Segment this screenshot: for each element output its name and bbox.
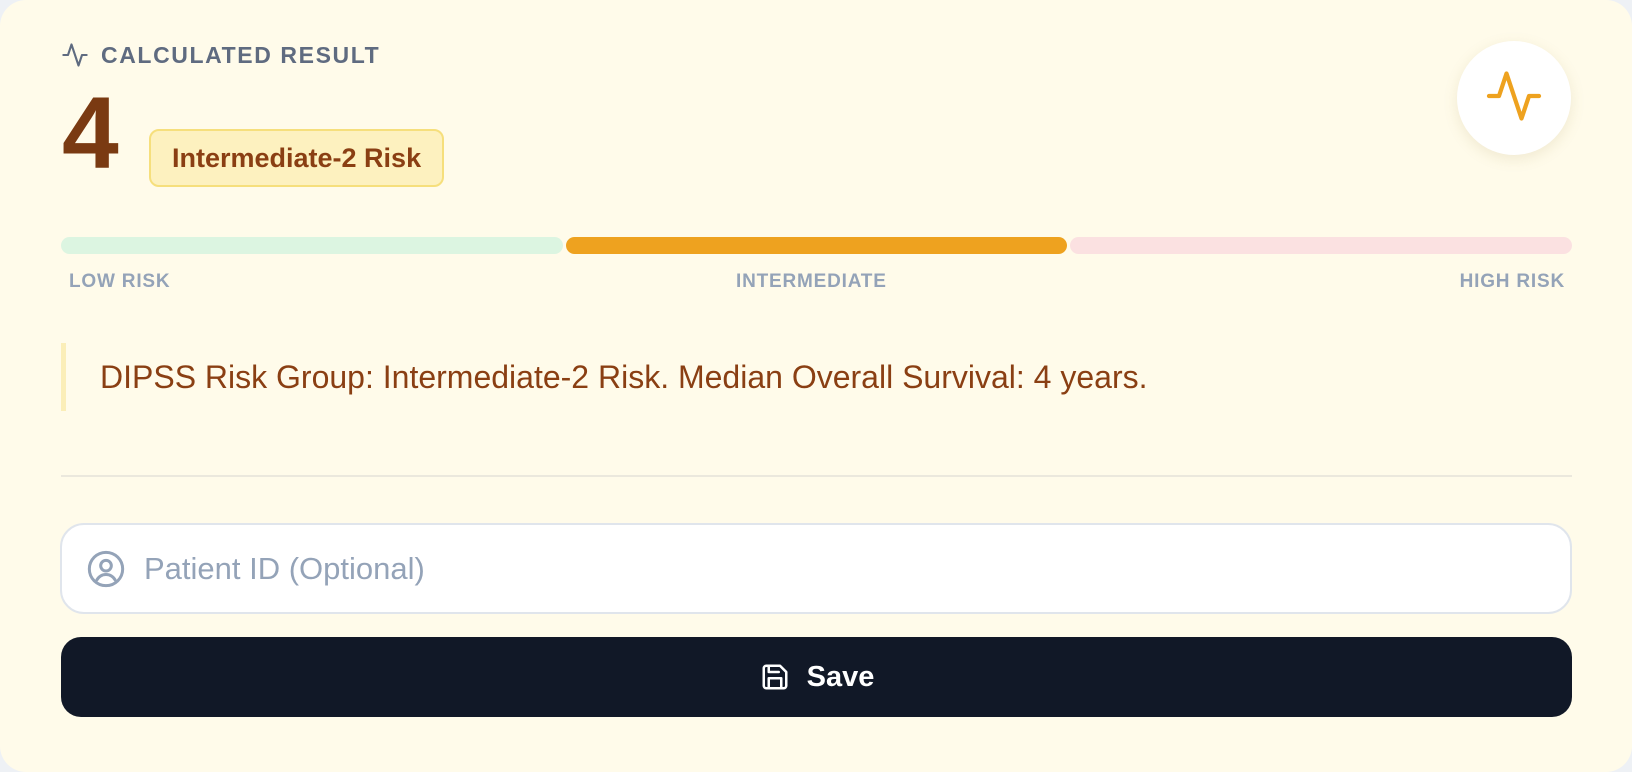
save-icon <box>759 661 791 693</box>
section-label: CALCULATED RESULT <box>101 41 381 68</box>
activity-badge <box>1457 41 1571 155</box>
interpretation-message: DIPSS Risk Group: Intermediate-2 Risk. M… <box>100 358 1148 395</box>
risk-segment-intermediate <box>566 237 1067 254</box>
interpretation-text: DIPSS Risk Group: Intermediate-2 Risk. M… <box>61 343 1511 411</box>
activity-icon <box>61 40 89 70</box>
activity-icon <box>1484 66 1544 131</box>
patient-id-field[interactable] <box>60 523 1572 614</box>
user-circle-icon <box>86 549 126 589</box>
risk-label-intermediate: INTERMEDIATE <box>736 271 887 292</box>
divider <box>61 475 1572 477</box>
risk-segment-high <box>1070 237 1572 254</box>
result-header: CALCULATED RESULT <box>61 40 380 70</box>
save-button[interactable]: Save <box>61 637 1572 717</box>
score-value: 4 <box>62 76 119 190</box>
patient-id-input[interactable] <box>144 538 1524 599</box>
result-card: CALCULATED RESULT 4 Intermediate-2 Risk … <box>0 0 1632 772</box>
save-button-label: Save <box>806 660 875 693</box>
risk-label-low: LOW RISK <box>69 271 171 292</box>
risk-group-badge: Intermediate-2 Risk <box>149 129 445 187</box>
risk-label-high: HIGH RISK <box>1459 271 1565 292</box>
risk-scale-bar <box>61 237 1572 254</box>
risk-segment-low <box>61 237 563 254</box>
